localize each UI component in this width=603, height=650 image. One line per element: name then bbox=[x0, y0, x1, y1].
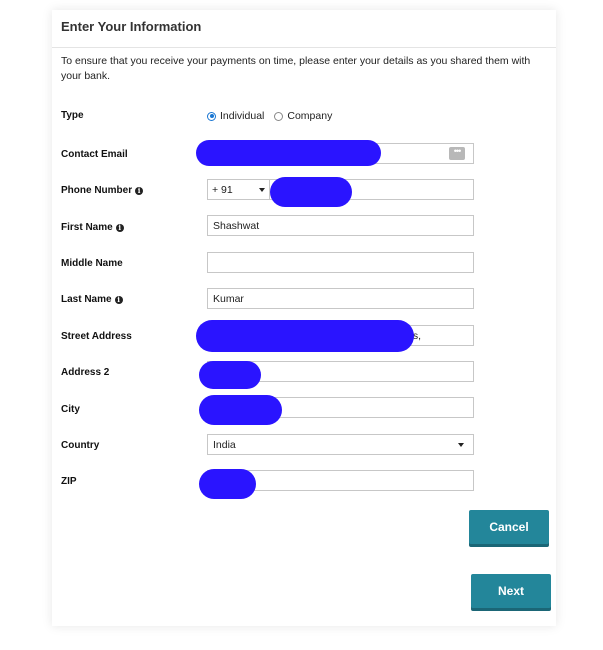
street-address-label-text: Street Address bbox=[61, 331, 132, 342]
phone-code-value: + 91 bbox=[212, 183, 233, 196]
email-label: Contact Email bbox=[61, 149, 128, 160]
address-2-label-text: Address 2 bbox=[61, 367, 110, 378]
country-value: India bbox=[213, 438, 236, 451]
form-intro-text: To ensure that you receive your payments… bbox=[61, 55, 531, 82]
last-name-field[interactable]: Kumar bbox=[207, 288, 474, 309]
redaction-mark-address2 bbox=[199, 361, 261, 389]
redaction-mark-street bbox=[196, 320, 414, 352]
first-name-value: Shashwat bbox=[213, 219, 260, 232]
redaction-mark-zip bbox=[199, 469, 256, 499]
company-radio[interactable] bbox=[274, 111, 284, 121]
city-label: City bbox=[61, 404, 80, 415]
middle-name-label-text: Middle Name bbox=[61, 258, 123, 269]
cancel-button[interactable]: Cancel bbox=[469, 510, 549, 544]
street-address-value: s, bbox=[412, 329, 421, 342]
middle-name-field[interactable] bbox=[207, 252, 474, 273]
form-title: Enter Your Information bbox=[61, 19, 202, 34]
type-individual-option[interactable]: Individual bbox=[207, 110, 264, 122]
info-icon[interactable]: i bbox=[114, 295, 123, 304]
redaction-mark-city bbox=[199, 395, 282, 425]
email-label-text: Contact Email bbox=[61, 149, 128, 160]
info-icon[interactable]: i bbox=[135, 186, 144, 195]
country-select[interactable]: India bbox=[207, 434, 474, 455]
country-label-text: Country bbox=[61, 440, 100, 451]
redaction-mark-email bbox=[196, 140, 381, 166]
first-name-label: First Name i bbox=[61, 222, 124, 233]
country-label: Country bbox=[61, 440, 99, 451]
phone-label-text: Phone Number bbox=[61, 185, 133, 196]
type-label: Type bbox=[61, 110, 84, 121]
first-name-field[interactable]: Shashwat bbox=[207, 215, 474, 236]
company-radio-label: Company bbox=[287, 110, 333, 122]
info-icon[interactable]: i bbox=[115, 223, 124, 232]
middle-name-label: Middle Name bbox=[61, 258, 123, 269]
zip-label-text: ZIP bbox=[61, 476, 77, 487]
title-divider bbox=[52, 47, 556, 48]
last-name-label-text: Last Name bbox=[61, 294, 112, 305]
first-name-label-text: First Name bbox=[61, 222, 113, 233]
last-name-label: Last Name i bbox=[61, 294, 123, 305]
last-name-value: Kumar bbox=[213, 292, 244, 305]
information-form-card: Enter Your Information To ensure that yo… bbox=[52, 10, 556, 626]
next-button[interactable]: Next bbox=[471, 574, 551, 608]
more-dots-icon[interactable]: ••• bbox=[449, 147, 465, 160]
chevron-down-icon bbox=[259, 187, 265, 192]
individual-radio-label: Individual bbox=[220, 110, 265, 122]
type-radio-group: Individual Company bbox=[207, 110, 342, 122]
address-2-label: Address 2 bbox=[61, 367, 109, 378]
redaction-mark-phone bbox=[270, 177, 352, 207]
city-label-text: City bbox=[61, 404, 80, 415]
type-label-text: Type bbox=[61, 110, 84, 121]
chevron-down-icon bbox=[458, 442, 464, 447]
phone-country-code-select[interactable]: + 91 bbox=[207, 179, 270, 200]
street-address-label: Street Address bbox=[61, 331, 132, 342]
zip-label: ZIP bbox=[61, 476, 77, 487]
type-company-option[interactable]: Company bbox=[274, 110, 332, 122]
individual-radio[interactable] bbox=[207, 111, 216, 121]
phone-label: Phone Number i bbox=[61, 185, 144, 196]
